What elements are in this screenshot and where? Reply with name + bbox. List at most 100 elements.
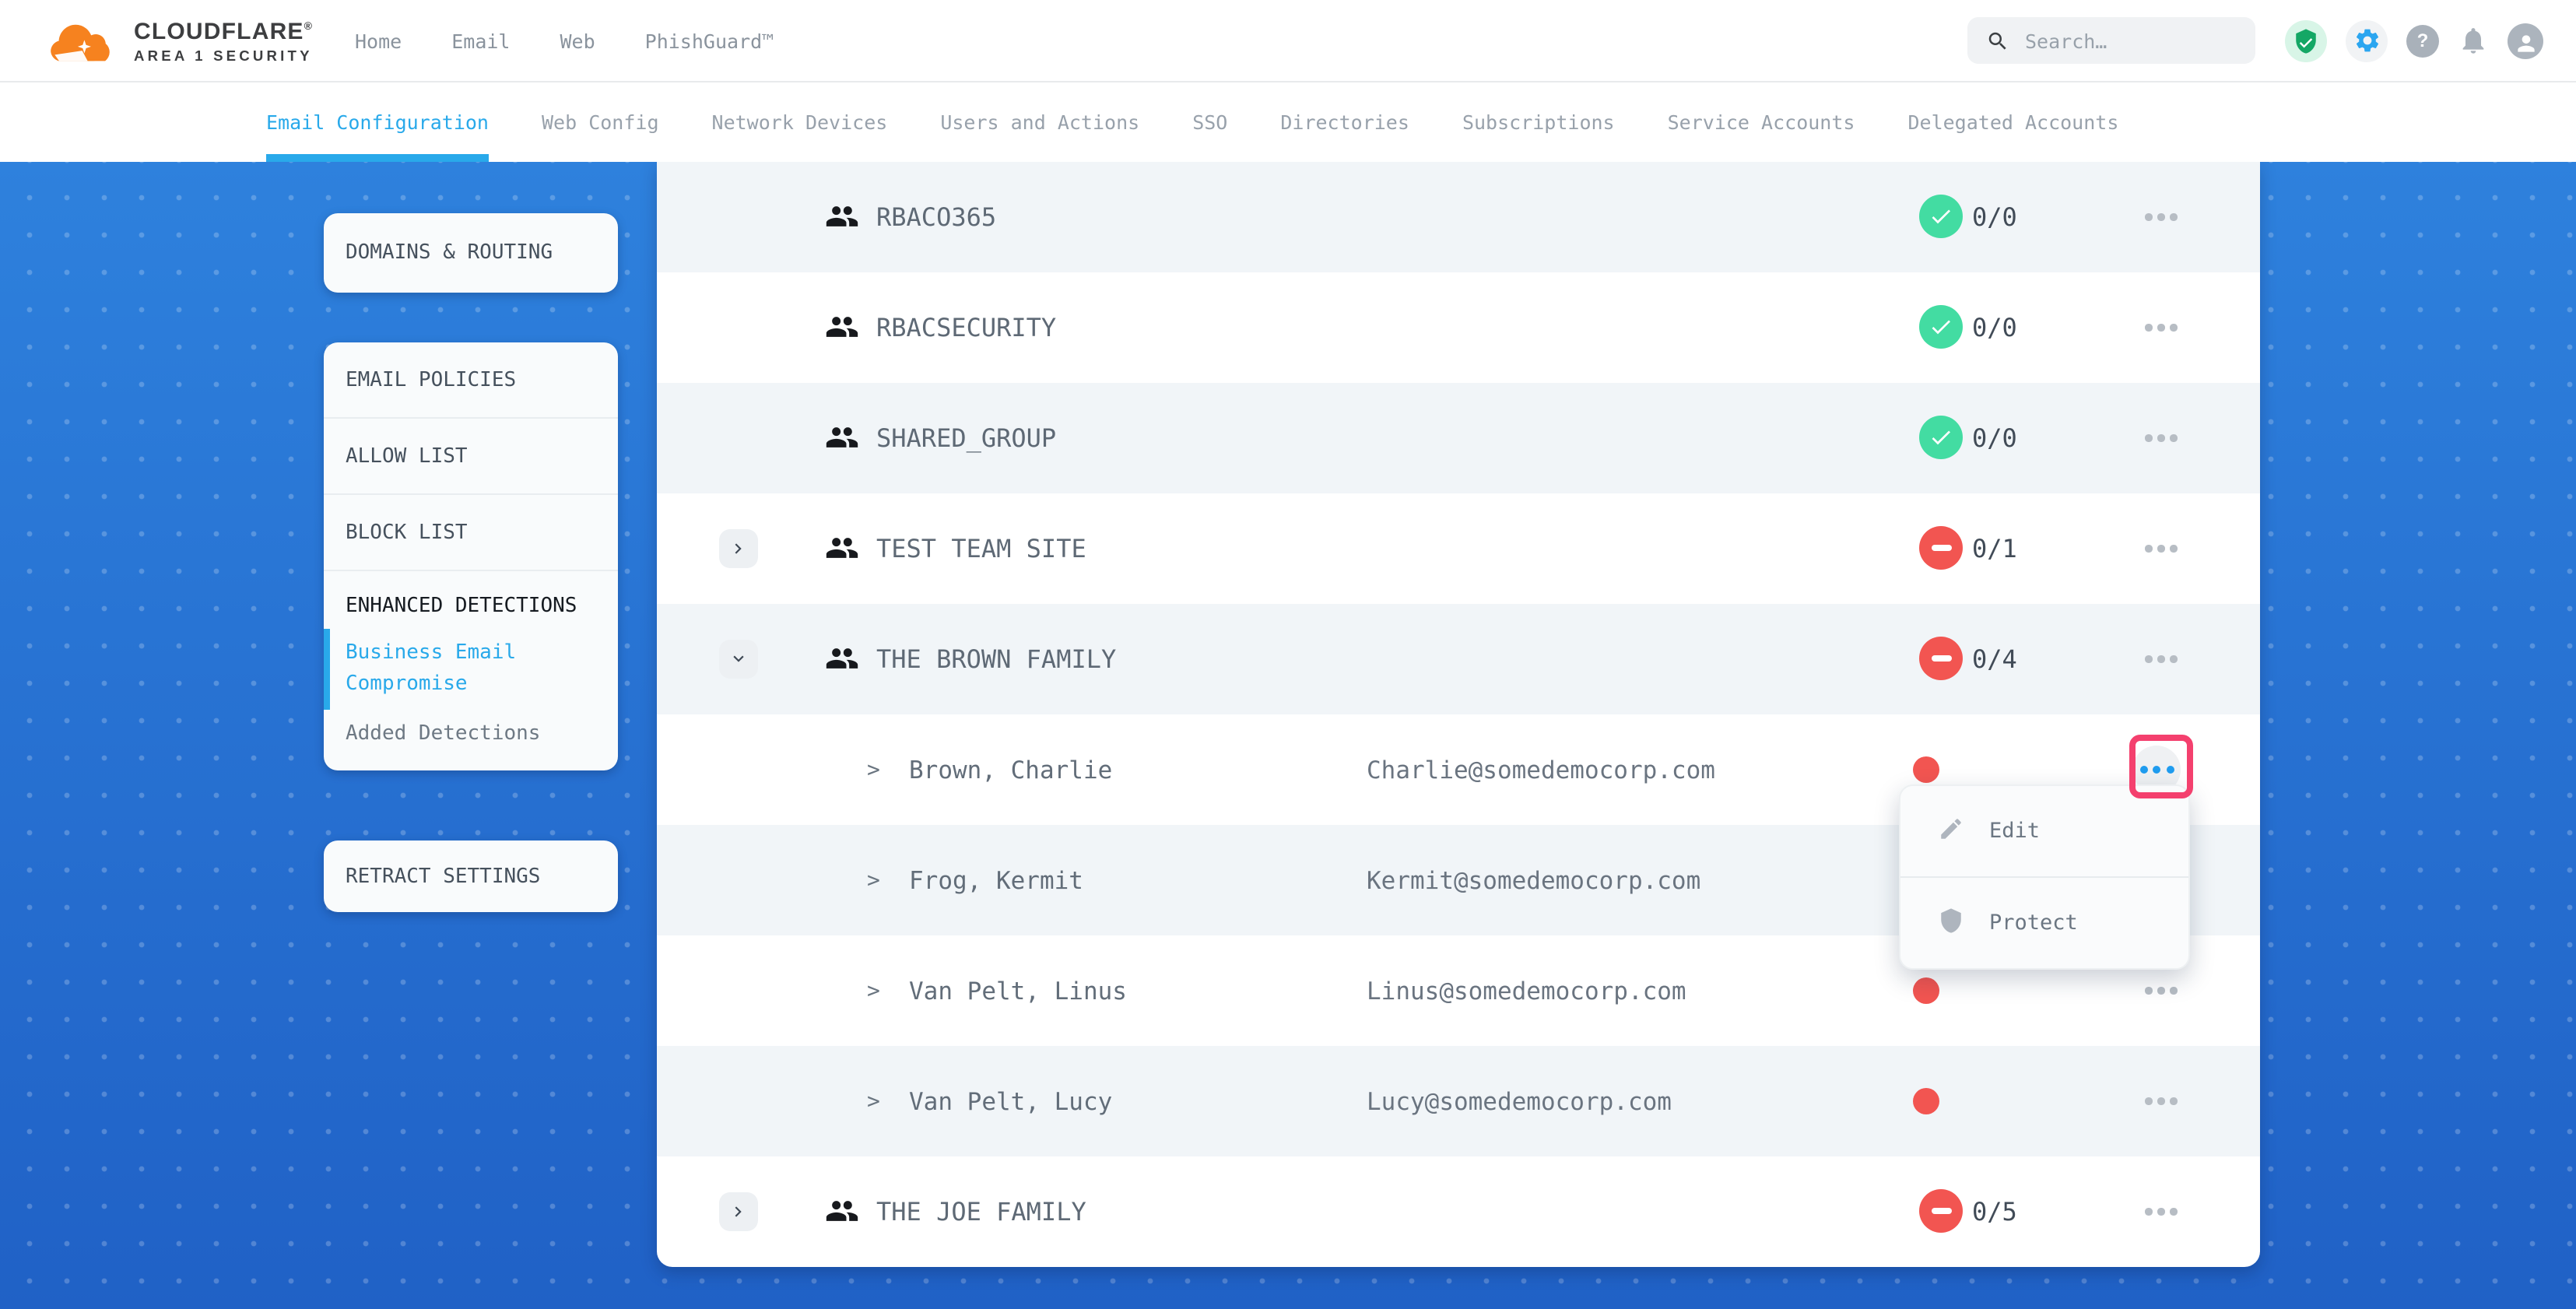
cloudflare-cloud-icon xyxy=(47,19,120,62)
sidebar-section-enhanced-detections: ENHANCED DETECTIONS xyxy=(324,571,618,629)
member-email: Linus@somedemocorp.com xyxy=(1367,935,1686,1046)
sidebar-item-email-policies[interactable]: EMAIL POLICIES xyxy=(324,342,618,419)
nav-item-phishguard[interactable]: PhishGuard™ xyxy=(645,29,774,52)
member-name: Van Pelt, Lucy xyxy=(909,1046,1112,1156)
context-menu-item-protect[interactable]: Protect xyxy=(1900,876,2188,968)
tab-service-accounts[interactable]: Service Accounts xyxy=(1668,82,1855,162)
group-name: THE JOE FAMILY xyxy=(876,1156,1086,1267)
group-icon xyxy=(825,531,859,565)
content-area: DOMAINS & ROUTING EMAIL POLICIESALLOW LIS… xyxy=(0,162,2576,1309)
row-actions-menu-button[interactable] xyxy=(2145,1046,2177,1156)
table-row-the-joe-family[interactable]: THE JOE FAMILY 0/5 xyxy=(657,1156,2260,1267)
status-blocked-dot xyxy=(1913,1088,1939,1114)
member-chevron-marker: > xyxy=(867,825,880,935)
group-name: SHARED_GROUP xyxy=(876,383,1056,493)
status-blocked-badge xyxy=(1919,1189,1963,1233)
group-icon xyxy=(825,641,859,676)
protection-count: 0/4 xyxy=(1972,604,2017,714)
sidebar-subitem-business-email-compromise[interactable]: Business Email Compromise xyxy=(324,629,618,710)
member-email: Charlie@somedemocorp.com xyxy=(1367,714,1715,825)
table-row-van-pelt-lucy[interactable]: > Van Pelt, Lucy Lucy@somedemocorp.com xyxy=(657,1046,2260,1156)
nav-item-home[interactable]: Home xyxy=(355,29,402,52)
member-name: Frog, Kermit xyxy=(909,825,1083,935)
top-header: CLOUDFLARE® AREA 1 SECURITY Home Email Web… xyxy=(0,0,2576,82)
group-name: RBACO365 xyxy=(876,162,996,272)
groups-table: RBACO3650/0RBACSECURITY0/0SHARED_GROUP0/… xyxy=(657,162,2260,1267)
row-actions-menu-button[interactable] xyxy=(2145,162,2177,272)
tab-network-devices[interactable]: Network Devices xyxy=(712,82,888,162)
row-actions-menu-button[interactable] xyxy=(2145,604,2177,714)
search-placeholder: Search… xyxy=(2025,29,2107,52)
context-menu-label: Protect xyxy=(1989,911,2078,935)
tab-web-config[interactable]: Web Config xyxy=(542,82,659,162)
group-name: TEST TEAM SITE xyxy=(876,493,1086,604)
table-row-shared-group[interactable]: SHARED_GROUP0/0 xyxy=(657,383,2260,493)
shield-icon xyxy=(1938,907,1964,939)
group-icon xyxy=(825,420,859,454)
sidebar-card-2: EMAIL POLICIESALLOW LISTBLOCK LISTENHANC… xyxy=(324,342,618,770)
group-name: THE BROWN FAMILY xyxy=(876,604,1116,714)
status-blocked-badge xyxy=(1919,526,1963,570)
sidebar-item-allow-list[interactable]: ALLOW LIST xyxy=(324,419,618,495)
account-icon[interactable] xyxy=(2508,23,2543,58)
row-actions-menu-button[interactable] xyxy=(2145,383,2177,493)
security-status-icon[interactable] xyxy=(2285,19,2327,61)
sidebar-item-retract-settings[interactable]: RETRACT SETTINGS xyxy=(346,865,540,888)
sidebar-subitem-added-detections[interactable]: Added Detections xyxy=(324,710,618,770)
brand-subtitle: AREA 1 SECURITY xyxy=(134,48,313,64)
sidebar-item-domains-routing[interactable]: DOMAINS & ROUTING xyxy=(346,241,553,265)
expand-chevron-button[interactable] xyxy=(719,529,758,568)
status-check-badge xyxy=(1919,416,1963,459)
tab-delegated-accounts[interactable]: Delegated Accounts xyxy=(1907,82,2118,162)
annotation-highlight-box xyxy=(2129,735,2193,798)
tab-directories[interactable]: Directories xyxy=(1280,82,1409,162)
secondary-nav: Email Configuration Web Config Network Dev… xyxy=(0,82,2576,162)
context-menu-item-edit[interactable]: Edit xyxy=(1900,786,2188,876)
help-icon[interactable]: ? xyxy=(2406,24,2439,57)
tab-sso[interactable]: SSO xyxy=(1192,82,1227,162)
status-check-badge xyxy=(1919,195,1963,238)
expand-chevron-button[interactable] xyxy=(719,1192,758,1231)
table-row-rbacsecurity[interactable]: RBACSECURITY0/0 xyxy=(657,272,2260,383)
brand-name: CLOUDFLARE® xyxy=(134,17,313,44)
sidebar-item-block-list[interactable]: BLOCK LIST xyxy=(324,495,618,571)
search-box[interactable]: Search… xyxy=(1967,17,2255,64)
group-icon xyxy=(825,1194,859,1228)
tab-users-and-actions[interactable]: Users and Actions xyxy=(940,82,1139,162)
member-email: Kermit@somedemocorp.com xyxy=(1367,825,1700,935)
sidebar-item-domains-routing[interactable]: DOMAINS & ROUTING xyxy=(324,213,618,293)
protection-count: 0/5 xyxy=(1972,1156,2017,1267)
row-actions-menu-button[interactable] xyxy=(2145,272,2177,383)
member-name: Brown, Charlie xyxy=(909,714,1112,825)
group-name: RBACSECURITY xyxy=(876,272,1056,383)
status-check-badge xyxy=(1919,305,1963,349)
group-icon xyxy=(825,199,859,233)
status-blocked-badge xyxy=(1919,637,1963,680)
status-blocked-dot xyxy=(1913,756,1939,783)
nav-item-email[interactable]: Email xyxy=(451,29,510,52)
context-menu-label: Edit xyxy=(1989,819,2040,844)
tab-email-configuration[interactable]: Email Configuration xyxy=(266,82,489,162)
notifications-icon[interactable] xyxy=(2458,25,2489,56)
settings-icon[interactable] xyxy=(2346,19,2388,61)
member-email: Lucy@somedemocorp.com xyxy=(1367,1046,1672,1156)
app-window: CLOUDFLARE® AREA 1 SECURITY Home Email Web… xyxy=(0,0,2576,1309)
group-icon xyxy=(825,310,859,344)
row-actions-menu-button[interactable] xyxy=(2145,1156,2177,1267)
nav-item-web[interactable]: Web xyxy=(560,29,595,52)
sidebar-item-retract-settings[interactable]: RETRACT SETTINGS xyxy=(324,840,618,912)
protection-count: 0/1 xyxy=(1972,493,2017,604)
cloudflare-logo[interactable]: CLOUDFLARE® AREA 1 SECURITY xyxy=(47,17,308,64)
table-row-test-team-site[interactable]: TEST TEAM SITE 0/1 xyxy=(657,493,2260,604)
tab-subscriptions[interactable]: Subscriptions xyxy=(1462,82,1615,162)
table-row-rbaco365[interactable]: RBACO3650/0 xyxy=(657,162,2260,272)
table-row-the-brown-family[interactable]: THE BROWN FAMILY 0/4 xyxy=(657,604,2260,714)
member-chevron-marker: > xyxy=(867,1046,880,1156)
context-menu: Edit Protect xyxy=(1899,784,2190,970)
member-chevron-marker: > xyxy=(867,714,880,825)
row-actions-menu-button[interactable] xyxy=(2145,493,2177,604)
search-icon xyxy=(1986,29,2009,52)
collapse-chevron-button[interactable] xyxy=(719,640,758,679)
header-action-icons: ? xyxy=(2285,19,2543,61)
pencil-icon xyxy=(1938,815,1964,848)
